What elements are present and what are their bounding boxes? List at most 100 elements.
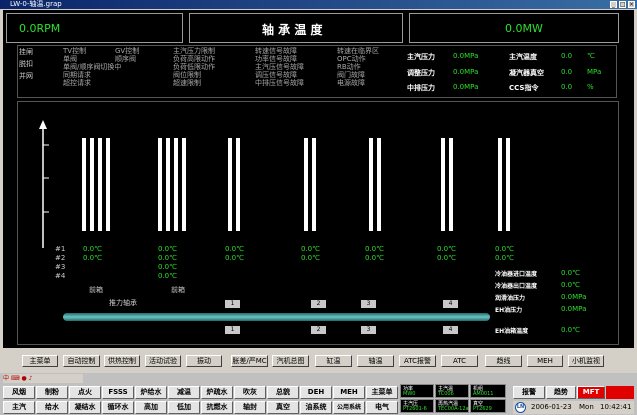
- ime-toolbar[interactable]: 中 ⌨ ● ♪: [3, 374, 83, 383]
- status-c3-1: 负荷高限动作: [173, 55, 215, 63]
- mid-exhaust-pressure-value: 0.0MPa: [453, 83, 479, 91]
- task-btn-r1-8[interactable]: 总貌: [267, 386, 299, 399]
- eh-oil-tank-temp-value: 0.0℃: [561, 326, 580, 334]
- eh-oil-tank-temp-label: EH油箱温度: [495, 328, 529, 335]
- status-c1-3: 同期请求: [63, 71, 91, 79]
- task-btn-r1-10[interactable]: MEH: [333, 386, 365, 399]
- task-btn-r1-2[interactable]: 点火: [69, 386, 101, 399]
- minimize-button[interactable]: _: [610, 1, 617, 8]
- task-btn-r2-10[interactable]: 公用系统: [333, 401, 365, 414]
- main-steam-pressure-value: 0.0MPa: [453, 52, 479, 60]
- btn-cylinder-temp[interactable]: 缸温: [315, 355, 352, 367]
- task-btn-r1-11[interactable]: 主菜单: [366, 386, 398, 399]
- g5-r2: 0.0℃: [365, 254, 384, 262]
- maximize-button[interactable]: □: [619, 1, 626, 8]
- lube-oil-pressure-value: 0.0MPa: [561, 293, 587, 301]
- btn-activity-test[interactable]: 活动试验: [145, 355, 181, 367]
- g3-r1: 0.0℃: [225, 245, 244, 253]
- main-steam-temp-label: 主汽温度: [509, 53, 537, 61]
- adjust-pressure-label: 调整压力: [407, 69, 435, 77]
- main-steam-temp-unit: ℃: [587, 52, 595, 60]
- btn-meh[interactable]: MEH: [527, 355, 563, 367]
- bearing-num-top-3: 3: [361, 300, 376, 308]
- btn-main-menu[interactable]: 主菜单: [22, 355, 58, 367]
- task-btn-r1-7[interactable]: 吹灰: [234, 386, 266, 399]
- ccs-command-label: CCS指令: [509, 84, 539, 92]
- cooler-inlet-temp-label: 冷油器进口温度: [495, 271, 538, 278]
- status-c1-2: 单阀/顺序阀切换中: [63, 63, 122, 71]
- status-c3-3: 阀位限制: [173, 71, 201, 79]
- status-c5-2: RB动作: [337, 63, 361, 71]
- task-btn-r2-11[interactable]: 电气: [366, 401, 398, 414]
- status-c4-2: 主汽压信号故障: [255, 63, 304, 71]
- task-btn-r2-6[interactable]: 抗燃水: [201, 401, 233, 414]
- temp-bar: [449, 138, 453, 231]
- window-titlebar: LW-0-轴温.grap _ □ ×: [0, 0, 637, 9]
- main-steam-pressure-label: 主汽压力: [407, 53, 435, 61]
- temp-bar: [312, 138, 316, 231]
- status-c5-3: 阀门故障: [337, 71, 365, 79]
- btn-atc-alarm[interactable]: ATC报警: [399, 355, 436, 367]
- temp-bar: [158, 138, 162, 231]
- caption-front-box-2: 前箱: [171, 286, 185, 294]
- mini-vacuum: 真空 PT2629: [470, 399, 506, 413]
- status-c4-3: 调压信号故障: [255, 71, 297, 79]
- rpm-value: 0.0RPM: [19, 22, 61, 35]
- task-btn-r2-4[interactable]: 高加: [135, 401, 167, 414]
- g3-r2: 0.0℃: [225, 254, 244, 262]
- btn-auto-control[interactable]: 自动控制: [63, 355, 100, 367]
- status-c5-0: 转速在临界区: [337, 47, 379, 55]
- btn-expansion[interactable]: 胀差/严MC: [231, 355, 268, 367]
- alarm-button[interactable]: 报警: [513, 386, 545, 399]
- window-title: LW-0-轴温.grap: [10, 0, 62, 8]
- task-btn-r1-5[interactable]: 减温: [168, 386, 200, 399]
- task-btn-r1-0[interactable]: 风烟: [3, 386, 35, 399]
- mini-unit-tag: AM0011: [473, 391, 494, 397]
- eh-oil-pressure-value: 0.0MPa: [561, 305, 587, 313]
- task-btn-r1-4[interactable]: 炉给水: [135, 386, 167, 399]
- temp-bar: [506, 138, 510, 231]
- temp-bar: [377, 138, 381, 231]
- task-btn-r1-9[interactable]: DEH: [300, 386, 332, 399]
- mini-main-pressure-tag: PT2601-6: [403, 406, 427, 412]
- btn-turbine-overview[interactable]: 汽机总图: [272, 355, 309, 367]
- cooler-outlet-temp-label: 冷油器出口温度: [495, 283, 538, 290]
- task-btn-r1-3[interactable]: FSSS: [102, 386, 134, 399]
- task-btn-r2-5[interactable]: 低加: [168, 401, 200, 414]
- task-btn-r2-7[interactable]: 轴封: [234, 401, 266, 414]
- task-btn-r1-1[interactable]: 制粉: [36, 386, 68, 399]
- btn-atc[interactable]: ATC: [441, 355, 478, 367]
- task-btn-r2-0[interactable]: 主汽: [3, 401, 35, 414]
- trend-button[interactable]: 趋势: [546, 386, 576, 399]
- row-label-2: #2: [55, 254, 66, 262]
- bearing-num-top-2: 2: [311, 300, 326, 308]
- clock-date: 2006-01-23: [531, 403, 572, 411]
- main-steam-temp-value: 0.0: [561, 52, 573, 60]
- temp-bar: [228, 138, 232, 231]
- g6-r1: 0.0℃: [437, 245, 456, 253]
- btn-small-turbine[interactable]: 小机监视: [568, 355, 604, 367]
- btn-vibration[interactable]: 振动: [186, 355, 222, 367]
- task-btn-r2-8[interactable]: 真空: [267, 401, 299, 414]
- main-display: 0.0RPM 轴 承 温 度 0.0MW 挂闸 脱扣 并网 TV控制 单阀 单阀…: [3, 10, 634, 348]
- task-btn-r2-9[interactable]: 油系统: [300, 401, 332, 414]
- g4-r2: 0.0℃: [301, 254, 320, 262]
- close-button[interactable]: ×: [628, 1, 635, 8]
- temp-bar: [90, 138, 94, 231]
- task-btn-r1-6[interactable]: 炉疏水: [201, 386, 233, 399]
- temp-bar: [82, 138, 86, 231]
- status-c1-0: TV控制: [63, 47, 87, 55]
- btn-trend[interactable]: 趋线: [485, 355, 522, 367]
- ccs-command-unit: %: [587, 83, 594, 91]
- page-title: 轴 承 温 度: [262, 23, 323, 37]
- mini-vacuum-tag: PT2629: [473, 406, 492, 412]
- task-btn-r2-2[interactable]: 凝结水: [69, 401, 101, 414]
- btn-heating-control[interactable]: 供热控制: [104, 355, 140, 367]
- mini-reheat-temp-tag: TEC00A-12a: [438, 406, 469, 412]
- temp-bar: [166, 138, 170, 231]
- btn-bearing-temp[interactable]: 轴温: [357, 355, 394, 367]
- task-btn-r2-3[interactable]: 循环水: [102, 401, 134, 414]
- g2-r3: 0.0℃: [158, 263, 177, 271]
- eh-oil-pressure-label: EH油压力: [495, 307, 523, 314]
- task-btn-r2-1[interactable]: 给水: [36, 401, 68, 414]
